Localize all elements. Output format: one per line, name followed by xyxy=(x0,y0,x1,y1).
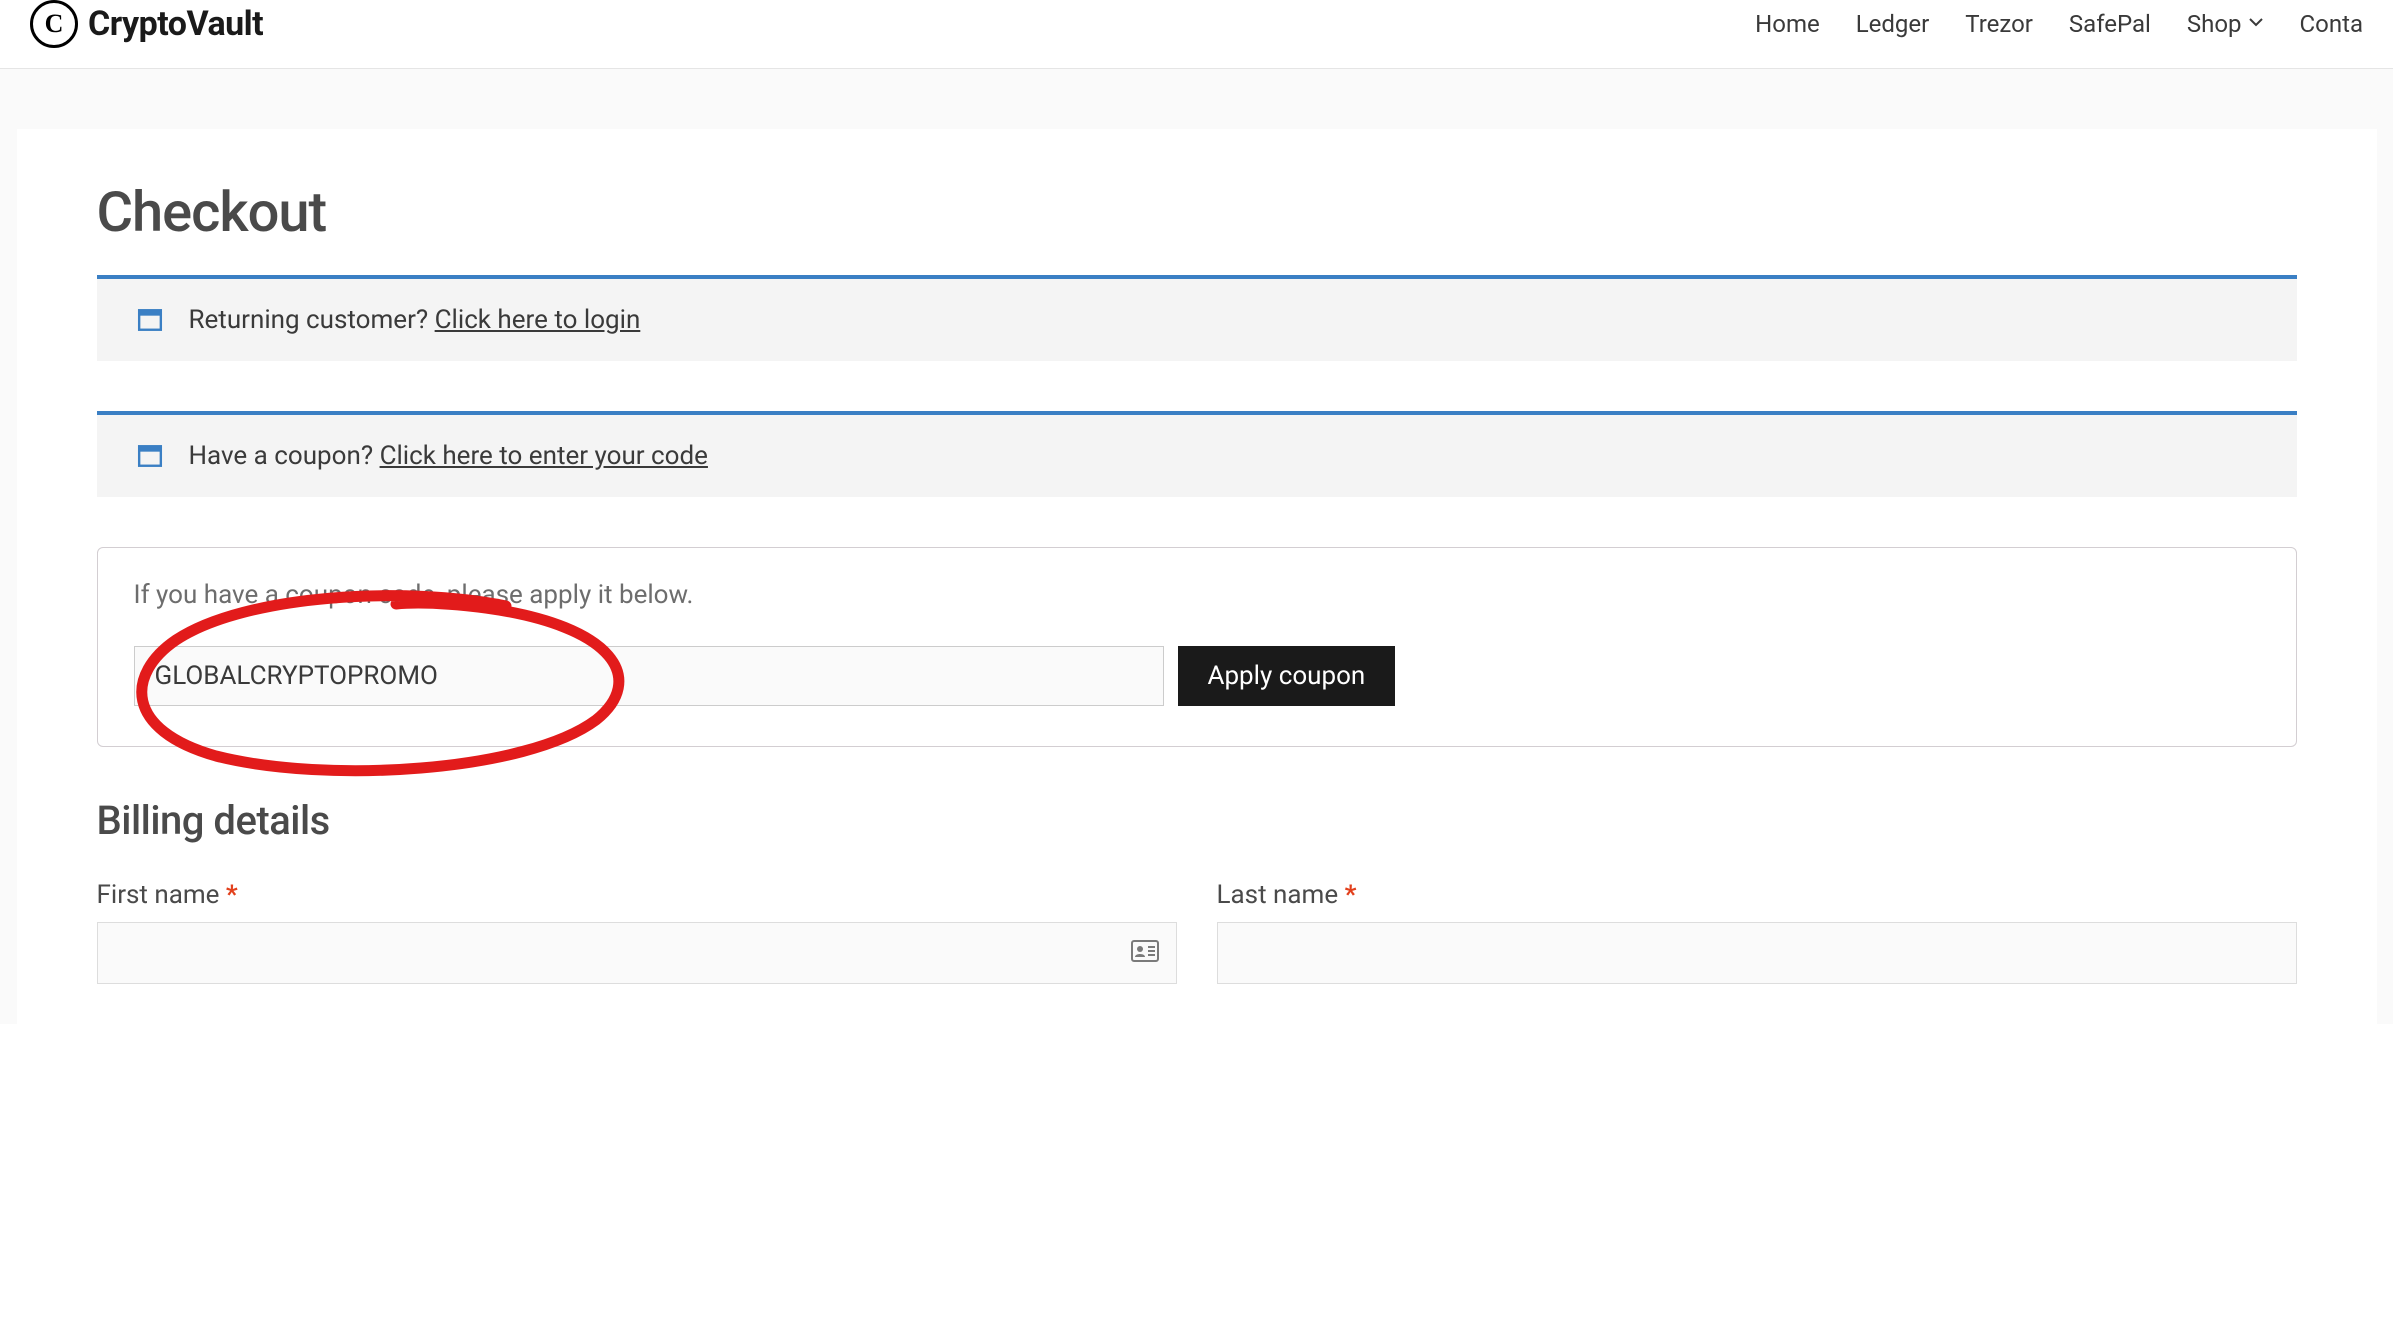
nav-shop[interactable]: Shop xyxy=(2187,10,2264,38)
login-link[interactable]: Click here to login xyxy=(435,305,641,335)
coupon-hint: If you have a coupon code, please apply … xyxy=(134,580,2260,610)
last-name-col: Last name * xyxy=(1217,880,2297,984)
billing-name-row: First name * xyxy=(97,880,2297,984)
brand-name: CryptoVault xyxy=(88,4,263,44)
last-name-label: Last name * xyxy=(1217,880,2297,910)
first-name-input-wrap xyxy=(97,922,1177,984)
nav-home[interactable]: Home xyxy=(1755,10,1820,38)
nav-safepal[interactable]: SafePal xyxy=(2069,10,2151,38)
first-name-label: First name * xyxy=(97,880,1177,910)
first-name-label-text: First name xyxy=(97,880,220,910)
logo-icon: C xyxy=(30,0,78,48)
site-header: C CryptoVault Home Ledger Trezor SafePal… xyxy=(0,0,2393,69)
chevron-down-icon xyxy=(2248,14,2264,34)
coupon-code-input[interactable] xyxy=(134,646,1164,706)
nav-contact[interactable]: Conta xyxy=(2300,10,2363,38)
returning-customer-notice: Returning customer? Click here to login xyxy=(97,275,2297,361)
returning-customer-text: Returning customer? Click here to login xyxy=(189,305,641,335)
returning-prefix: Returning customer? xyxy=(189,305,435,335)
last-name-input[interactable] xyxy=(1217,922,2297,984)
required-mark: * xyxy=(226,880,238,910)
enter-coupon-link[interactable]: Click here to enter your code xyxy=(380,441,708,471)
page-background: Checkout Returning customer? Click here … xyxy=(0,69,2393,1024)
logo[interactable]: C CryptoVault xyxy=(30,0,263,48)
coupon-box: If you have a coupon code, please apply … xyxy=(97,547,2297,747)
coupon-notice-text: Have a coupon? Click here to enter your … xyxy=(189,441,708,471)
checkout-container: Checkout Returning customer? Click here … xyxy=(17,129,2377,1024)
window-icon xyxy=(137,307,163,333)
coupon-prefix: Have a coupon? xyxy=(189,441,380,471)
first-name-input[interactable] xyxy=(97,922,1177,984)
primary-nav: Home Ledger Trezor SafePal Shop Conta xyxy=(1755,10,2363,38)
first-name-col: First name * xyxy=(97,880,1177,984)
last-name-label-text: Last name xyxy=(1217,880,1339,910)
coupon-row: Apply coupon xyxy=(134,646,2260,706)
apply-coupon-button[interactable]: Apply coupon xyxy=(1178,646,1396,706)
nav-ledger[interactable]: Ledger xyxy=(1856,10,1930,38)
nav-shop-label: Shop xyxy=(2187,10,2242,38)
required-mark: * xyxy=(1345,880,1357,910)
window-icon xyxy=(137,443,163,469)
nav-trezor[interactable]: Trezor xyxy=(1965,10,2033,38)
billing-details-title: Billing details xyxy=(97,797,2297,844)
coupon-notice: Have a coupon? Click here to enter your … xyxy=(97,411,2297,497)
page-title: Checkout xyxy=(97,179,2297,245)
contact-card-icon xyxy=(1131,940,1159,966)
